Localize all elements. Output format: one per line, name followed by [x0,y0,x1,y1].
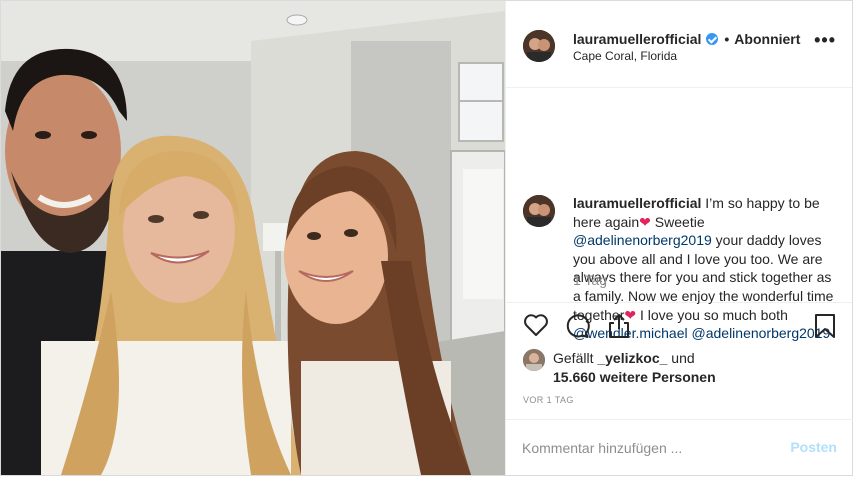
likes-line: Gefällt _yelizkoc_ und [553,350,695,366]
selfie-image [1,1,505,475]
more-options-icon[interactable]: ••• [814,31,836,49]
likes-count[interactable]: 15.660 weitere Personen [553,369,716,385]
likes-prefix: Gefällt [553,350,598,366]
likes-suffix: und [667,350,695,366]
save-bookmark-icon[interactable] [814,313,836,344]
like-icon[interactable] [523,313,549,342]
post-side-panel: lauramuellerofficial • Abonniert Cape Co… [505,1,853,475]
post-header: lauramuellerofficial • Abonniert Cape Co… [506,1,852,88]
action-bar [506,301,853,351]
heart-emoji-icon: ❤ [639,213,651,230]
verified-badge-icon [706,33,719,45]
author-avatar[interactable] [523,30,555,62]
caption-text: Sweetie [650,213,705,230]
post-comment-button[interactable]: Posten [790,439,837,455]
caption-timestamp[interactable]: 1 Tag [573,272,607,288]
instagram-post: lauramuellerofficial • Abonniert Cape Co… [0,0,853,476]
post-location[interactable]: Cape Coral, Florida [573,49,677,63]
caption-section: lauramuellerofficial I’m so happy to be … [506,88,852,341]
add-comment-bar: Posten [506,419,853,475]
author-username[interactable]: lauramuellerofficial [573,31,701,47]
caption-username[interactable]: lauramuellerofficial [573,195,701,211]
comment-icon[interactable] [564,313,590,344]
post-photo[interactable] [1,1,505,475]
avatar-image [523,195,555,227]
author-line: lauramuellerofficial • Abonniert [573,31,800,47]
share-icon[interactable] [606,313,632,344]
follow-status-button[interactable]: Abonniert [734,31,800,47]
mention-link[interactable]: @adelinenorberg2019 [573,232,712,248]
separator-dot: • [724,31,730,47]
avatar-image [523,30,555,62]
comment-input[interactable] [522,437,772,459]
liker-avatar[interactable] [523,349,545,371]
post-age[interactable]: VOR 1 TAG [523,395,574,405]
liker-username[interactable]: _yelizkoc_ [597,350,667,366]
caption-author-avatar[interactable] [523,195,555,227]
